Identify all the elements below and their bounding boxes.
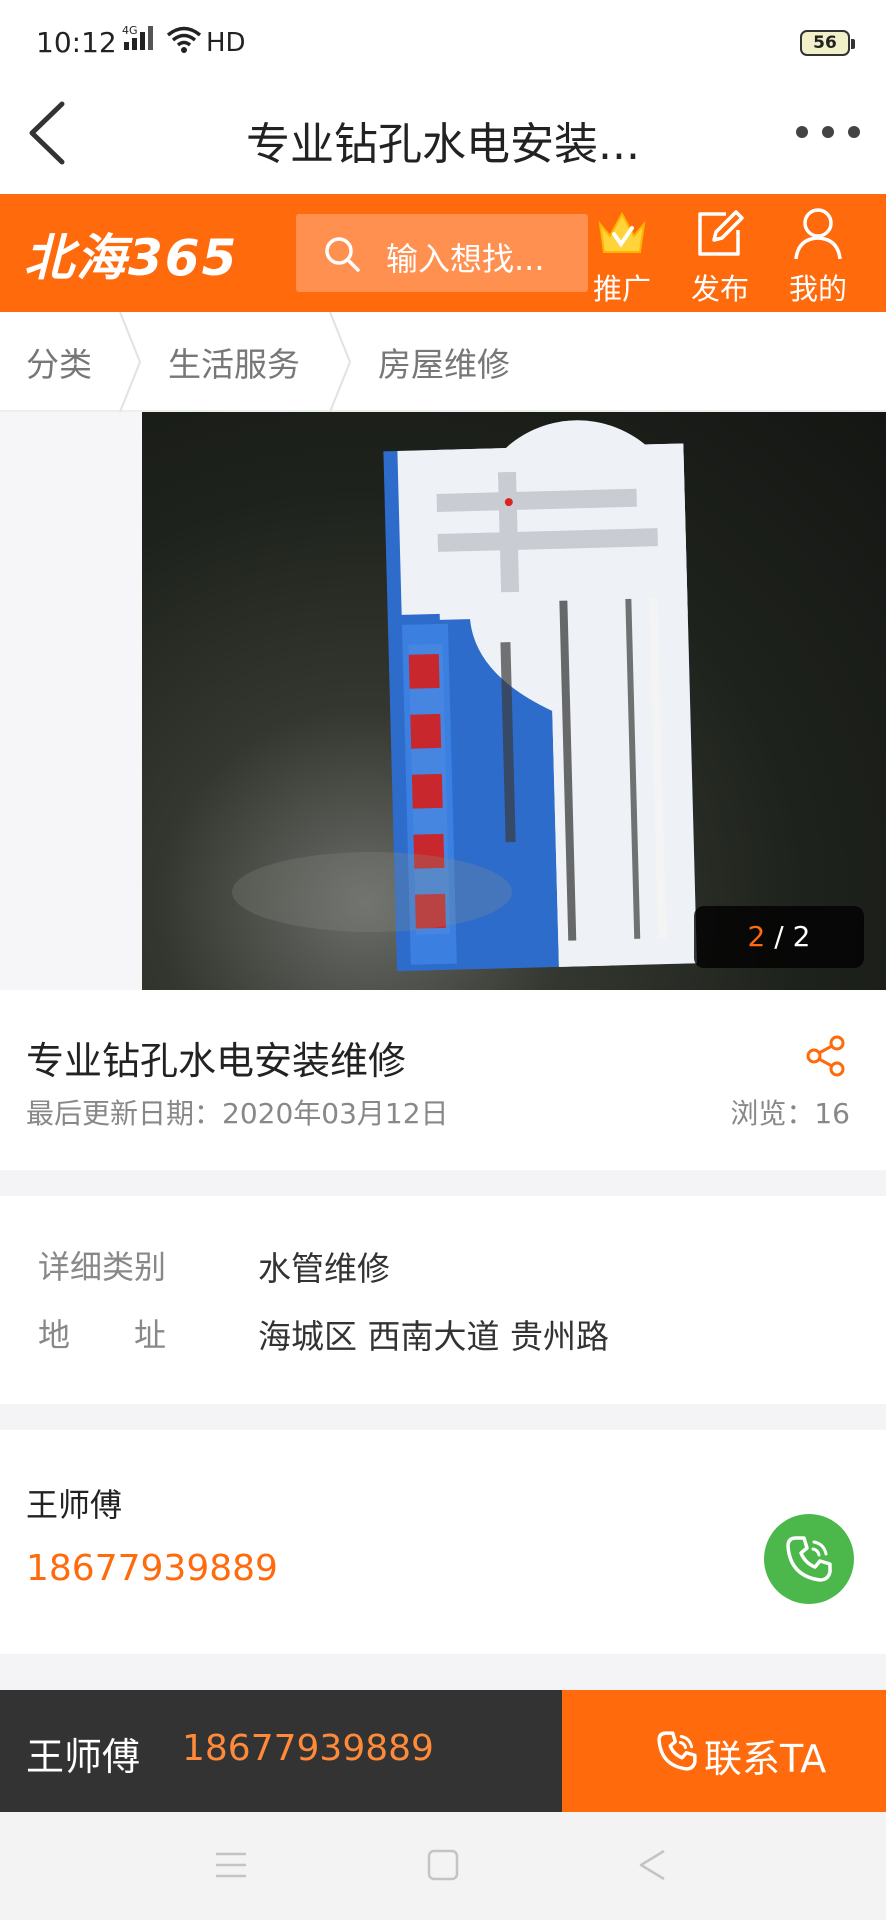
more-dot-icon (848, 126, 860, 138)
network-label: 4G (122, 24, 138, 37)
nav-label: 发布 (690, 272, 749, 306)
user-icon (778, 200, 858, 266)
more-dot-icon (796, 126, 808, 138)
share-icon (806, 1035, 845, 1077)
site-header: 北海365 输入想找... 推广 发布 我的 (0, 194, 886, 312)
business-card-photo (142, 412, 886, 990)
detail-value-category: 水管维修 (258, 1249, 390, 1288)
breadcrumb-separator-icon (119, 312, 142, 412)
back-triangle-icon[interactable] (636, 1848, 670, 1886)
post-info: 专业钻孔水电安装维修 最后更新日期：2020年03月12日 浏览：16 (0, 990, 886, 1170)
contact-card: 王师傅 18677939889 (0, 1430, 886, 1654)
breadcrumb-item-house-repair[interactable]: 房屋维修 (378, 338, 510, 386)
nav-label: 推广 (592, 272, 651, 306)
site-logo[interactable]: 北海365 (24, 218, 238, 290)
nav-publish-button[interactable]: 发布 (680, 200, 760, 306)
wifi-icon (166, 26, 202, 58)
contact-ta-label: 联系TA (704, 1737, 827, 1781)
share-button[interactable] (804, 1034, 848, 1082)
call-button[interactable] (764, 1514, 854, 1604)
battery-level: 56 (813, 33, 837, 53)
battery-icon: 56 (800, 30, 855, 56)
page-title: 专业钻孔水电安装... (246, 119, 640, 170)
contact-phone[interactable]: 18677939889 (26, 1548, 278, 1589)
breadcrumb: 分类 生活服务 房屋维修 (0, 312, 886, 412)
bottom-contact-phone[interactable]: 18677939889 (182, 1728, 434, 1769)
system-nav-bar (0, 1812, 886, 1920)
status-time: 10:12 (36, 26, 117, 59)
hd-label: HD (206, 28, 246, 58)
signal-icon: 4G (122, 22, 162, 58)
nav-promote-button[interactable]: 推广 (582, 200, 662, 306)
breadcrumb-item-category[interactable]: 分类 (26, 338, 92, 386)
bottom-contact-name: 王师傅 (26, 1735, 141, 1779)
nav-mine-button[interactable]: 我的 (778, 200, 858, 306)
updated-date: 最后更新日期：2020年03月12日 (26, 1097, 449, 1130)
status-bar: 10:12 4G HD 56 (0, 0, 886, 82)
crown-icon (582, 200, 662, 266)
image-counter-total: 2 (792, 920, 811, 953)
back-arrow-icon (29, 101, 65, 165)
menu-icon[interactable] (214, 1848, 248, 1886)
more-dot-icon (822, 126, 834, 138)
post-details: 详细类别 水管维修 地 址 海城区 西南大道 贵州路 (0, 1196, 886, 1404)
business-card-image (232, 420, 697, 972)
image-counter-separator: / (765, 920, 793, 953)
phone-icon (654, 1728, 700, 1778)
contact-ta-button[interactable]: 联系TA (562, 1690, 886, 1812)
search-input[interactable]: 输入想找... (386, 234, 545, 280)
search-icon (322, 234, 362, 278)
nav-label: 我的 (788, 272, 847, 306)
contact-name: 王师傅 (26, 1486, 123, 1524)
detail-label-category: 详细类别 (38, 1248, 167, 1286)
title-bar: 专业钻孔水电安装... (0, 82, 886, 194)
search-box[interactable]: 输入想找... (296, 214, 588, 292)
breadcrumb-separator-icon (329, 312, 352, 412)
bottom-contact-bar: 王师傅 18677939889 联系TA (0, 1690, 886, 1812)
detail-value-address: 海城区 西南大道 贵州路 (258, 1317, 609, 1356)
image-gallery[interactable]: 2 / 2 (0, 412, 886, 990)
detail-label-address: 地 址 (38, 1316, 167, 1354)
edit-icon (680, 200, 760, 266)
back-button[interactable] (24, 98, 74, 168)
image-counter-current: 2 (747, 920, 766, 953)
image-counter: 2 / 2 (694, 906, 864, 968)
view-count: 浏览：16 (730, 1097, 850, 1130)
home-icon[interactable] (426, 1848, 460, 1886)
post-title: 专业钻孔水电安装维修 (26, 1039, 407, 1083)
breadcrumb-item-life-service[interactable]: 生活服务 (168, 338, 300, 386)
phone-icon (786, 1536, 832, 1582)
bottom-contact-info: 王师傅 18677939889 (0, 1690, 562, 1812)
more-button[interactable] (796, 122, 860, 142)
